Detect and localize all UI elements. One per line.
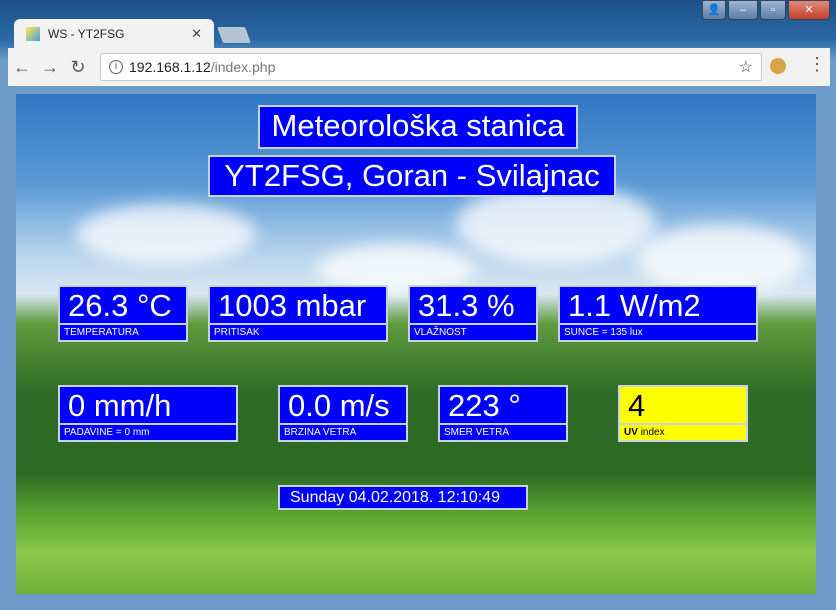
maximize-button[interactable]: ▫ xyxy=(760,0,786,20)
sun-label: SUNCE = 135 lux xyxy=(564,327,643,338)
rain-label: PADAVINE = 0 mm xyxy=(64,427,150,438)
sun-box: 1.1 W/m2 SUNCE = 135 lux xyxy=(558,285,758,342)
temperature-label: TEMPERATURA xyxy=(64,327,139,338)
favicon-icon xyxy=(26,27,40,41)
weather-page: Meteorološka stanica YT2FSG, Goran - Svi… xyxy=(16,94,816,594)
uv-box: 4 UV index xyxy=(618,385,748,442)
uv-label: index xyxy=(640,427,665,438)
url-path: /index.php xyxy=(210,59,276,75)
info-icon[interactable]: i xyxy=(109,60,123,74)
page-title: Meteorološka stanica xyxy=(258,105,578,149)
bookmark-star-icon[interactable]: ☆ xyxy=(739,57,753,77)
new-tab-button[interactable] xyxy=(217,27,251,43)
user-icon[interactable]: 👤 xyxy=(702,0,726,20)
pressure-box: 1003 mbar PRITISAK xyxy=(208,285,388,342)
wind-direction-label: SMER VETRA xyxy=(444,427,510,438)
url-host: 192.168.1.12 xyxy=(129,59,211,75)
back-icon[interactable]: ← xyxy=(8,57,36,78)
cookie-extension-icon[interactable] xyxy=(770,58,786,74)
wind-direction-value: 223 ° xyxy=(440,387,566,425)
wind-speed-label: BRZINA VETRA xyxy=(284,427,357,438)
tab-title: WS - YT2FSG xyxy=(48,27,125,41)
rain-value: 0 mm/h xyxy=(60,387,236,425)
pressure-label: PRITISAK xyxy=(214,327,260,338)
uv-value: 4 xyxy=(620,387,746,425)
toolbar: ← → ↻ i 192.168.1.12/index.php ☆ ⋮ xyxy=(8,48,830,86)
minimize-button[interactable]: – xyxy=(728,0,758,20)
rain-box: 0 mm/h PADAVINE = 0 mm xyxy=(58,385,238,442)
wind-speed-box: 0.0 m/s BRZINA VETRA xyxy=(278,385,408,442)
tab-ws[interactable]: WS - YT2FSG ✕ xyxy=(14,19,214,49)
close-tab-icon[interactable]: ✕ xyxy=(191,26,202,42)
wind-direction-box: 223 ° SMER VETRA xyxy=(438,385,568,442)
station-subtitle: YT2FSG, Goran - Svilajnac xyxy=(208,155,616,197)
forward-icon[interactable]: → xyxy=(36,57,64,78)
close-window-button[interactable]: ✕ xyxy=(788,0,830,20)
humidity-label: VLAŽNOST xyxy=(414,327,467,338)
reload-icon[interactable]: ↻ xyxy=(64,57,92,78)
humidity-box: 31.3 % VLAŽNOST xyxy=(408,285,538,342)
sun-value: 1.1 W/m2 xyxy=(560,287,756,325)
uv-label-bold: UV xyxy=(624,427,638,438)
address-bar[interactable]: i 192.168.1.12/index.php ☆ xyxy=(100,53,762,81)
pressure-value: 1003 mbar xyxy=(210,287,386,325)
menu-icon[interactable]: ⋮ xyxy=(808,54,826,75)
datetime: Sunday 04.02.2018. 12:10:49 xyxy=(278,485,528,510)
humidity-value: 31.3 % xyxy=(410,287,536,325)
wind-speed-value: 0.0 m/s xyxy=(280,387,406,425)
temperature-value: 26.3 °C xyxy=(60,287,186,325)
temperature-box: 26.3 °C TEMPERATURA xyxy=(58,285,188,342)
